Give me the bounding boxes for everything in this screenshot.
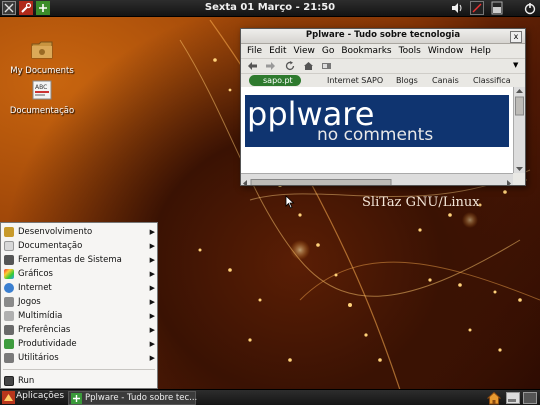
browser-menubar: File Edit View Go Bookmarks Tools Window… xyxy=(241,44,525,59)
back-arrow-icon[interactable] xyxy=(247,61,258,71)
bookmark-sapo-label: sapo.pt xyxy=(263,76,293,85)
site-subtitle: no comments xyxy=(317,125,434,145)
graphics-icon xyxy=(4,269,14,279)
menu-item-multimidia[interactable]: Multimídia ▶ xyxy=(1,309,157,323)
menu-item-produtividade[interactable]: Produtividade ▶ xyxy=(1,337,157,351)
run-icon xyxy=(4,376,14,386)
bookmark-internet-sapo[interactable]: Internet SAPO xyxy=(327,76,383,85)
horizontal-scrollbar[interactable] xyxy=(241,173,513,185)
svg-text:ABC: ABC xyxy=(35,84,47,91)
menu-separator xyxy=(3,369,155,370)
folder-icon xyxy=(31,41,53,59)
taskbar-window-button[interactable]: Pplware - Tudo sobre tec... xyxy=(68,391,198,405)
forward-arrow-icon[interactable] xyxy=(265,61,276,71)
multimedia-icon xyxy=(4,311,14,321)
chevron-right-icon: ▶ xyxy=(149,354,155,362)
browser-titlebar[interactable]: Pplware - Tudo sobre tecnologia x xyxy=(241,29,525,44)
volume-icon[interactable] xyxy=(450,1,464,15)
applications-label: Aplicações xyxy=(16,391,65,401)
desktop-screen: Sexta 01 Março - 21:50 My Documents ABC … xyxy=(0,0,540,405)
applications-menu-icon xyxy=(2,391,15,404)
menu-item-graficos[interactable]: Gráficos ▶ xyxy=(1,267,157,281)
browser-title: Pplware - Tudo sobre tecnologia xyxy=(305,30,461,40)
taskbar-window-label: Pplware - Tudo sobre tec... xyxy=(85,393,198,403)
desktop-icon-documentacao[interactable]: ABC Documentação xyxy=(2,80,82,116)
chevron-right-icon: ▶ xyxy=(149,228,155,236)
bookmark-blogs[interactable]: Blogs xyxy=(396,76,418,85)
menu-item-internet[interactable]: Internet ▶ xyxy=(1,281,157,295)
vertical-scrollbar[interactable] xyxy=(513,87,525,173)
bookmark-sapo[interactable]: sapo.pt xyxy=(249,75,301,86)
page-options-icon[interactable] xyxy=(321,61,332,71)
menu-item-run[interactable]: Run xyxy=(1,374,157,388)
internet-globe-icon xyxy=(4,283,14,293)
chevron-right-icon: ▶ xyxy=(149,312,155,320)
menu-edit[interactable]: Edit xyxy=(267,44,291,58)
menu-bookmarks[interactable]: Bookmarks xyxy=(339,44,396,58)
utilities-icon xyxy=(4,353,14,363)
chevron-right-icon: ▶ xyxy=(149,284,155,292)
desktop-icon-label: Documentação xyxy=(9,106,75,116)
menu-window[interactable]: Window xyxy=(426,44,469,58)
games-icon xyxy=(4,297,14,307)
browser-window[interactable]: Pplware - Tudo sobre tecnologia x File E… xyxy=(240,28,526,186)
power-icon[interactable] xyxy=(523,1,537,15)
chevron-right-icon: ▶ xyxy=(149,326,155,334)
menu-tools[interactable]: Tools xyxy=(397,44,426,58)
chevron-right-icon: ▶ xyxy=(149,340,155,348)
applications-button[interactable]: Aplicações xyxy=(0,390,66,405)
mouse-pointer-icon xyxy=(285,195,295,209)
menu-item-ferramentas-de-sistema[interactable]: Ferramentas de Sistema ▶ xyxy=(1,253,157,267)
bottom-panel: Aplicações Pplware - Tudo sobre tec... xyxy=(0,389,540,405)
top-panel: Sexta 01 Março - 21:50 xyxy=(0,0,540,17)
site-banner[interactable]: pplware no comments xyxy=(245,95,509,147)
battery-icon[interactable] xyxy=(490,1,504,15)
applications-menu: Desenvolvimento ▶ Documentação ▶ Ferrame… xyxy=(0,222,158,389)
system-tools-icon xyxy=(4,255,14,265)
preferences-icon xyxy=(4,325,14,335)
close-button[interactable]: x xyxy=(510,31,522,43)
chevron-down-icon[interactable]: ▼ xyxy=(513,61,521,70)
workspace-1-icon[interactable] xyxy=(506,392,520,404)
home-icon[interactable] xyxy=(303,61,314,71)
menu-item-jogos[interactable]: Jogos ▶ xyxy=(1,295,157,309)
reload-icon[interactable] xyxy=(285,61,296,71)
home-desktop-icon[interactable] xyxy=(487,391,501,405)
browser-app-icon xyxy=(71,393,82,404)
abc-document-icon: ABC xyxy=(32,80,52,100)
productivity-icon xyxy=(4,339,14,349)
menu-file[interactable]: File xyxy=(245,44,267,58)
chevron-right-icon: ▶ xyxy=(149,256,155,264)
browser-navbar: ▼ xyxy=(241,59,525,74)
menu-item-documentacao[interactable]: Documentação ▶ xyxy=(1,239,157,253)
menu-help[interactable]: Help xyxy=(468,44,496,58)
page-content[interactable]: pplware no comments xyxy=(241,87,513,173)
network-status-icon[interactable] xyxy=(470,1,484,15)
chevron-right-icon: ▶ xyxy=(149,242,155,250)
chevron-right-icon: ▶ xyxy=(149,270,155,278)
menu-item-desenvolvimento[interactable]: Desenvolvimento ▶ xyxy=(1,225,157,239)
desktop-icon-label: My Documents xyxy=(10,66,74,76)
menu-item-utilitarios[interactable]: Utilitários ▶ xyxy=(1,351,157,365)
chevron-right-icon: ▶ xyxy=(149,298,155,306)
workspace-2-icon[interactable] xyxy=(523,392,537,404)
bookmark-canais[interactable]: Canais xyxy=(432,76,459,85)
development-icon xyxy=(4,227,14,237)
menu-go[interactable]: Go xyxy=(320,44,339,58)
desktop-watermark: SliTaz GNU/Linux xyxy=(362,195,480,210)
documentation-icon xyxy=(4,241,14,251)
menu-view[interactable]: View xyxy=(292,44,320,58)
desktop-icon-my-documents[interactable]: My Documents xyxy=(2,40,82,76)
bookmark-classifica[interactable]: Classifica xyxy=(473,76,511,85)
menu-item-preferencias[interactable]: Preferências ▶ xyxy=(1,323,157,337)
